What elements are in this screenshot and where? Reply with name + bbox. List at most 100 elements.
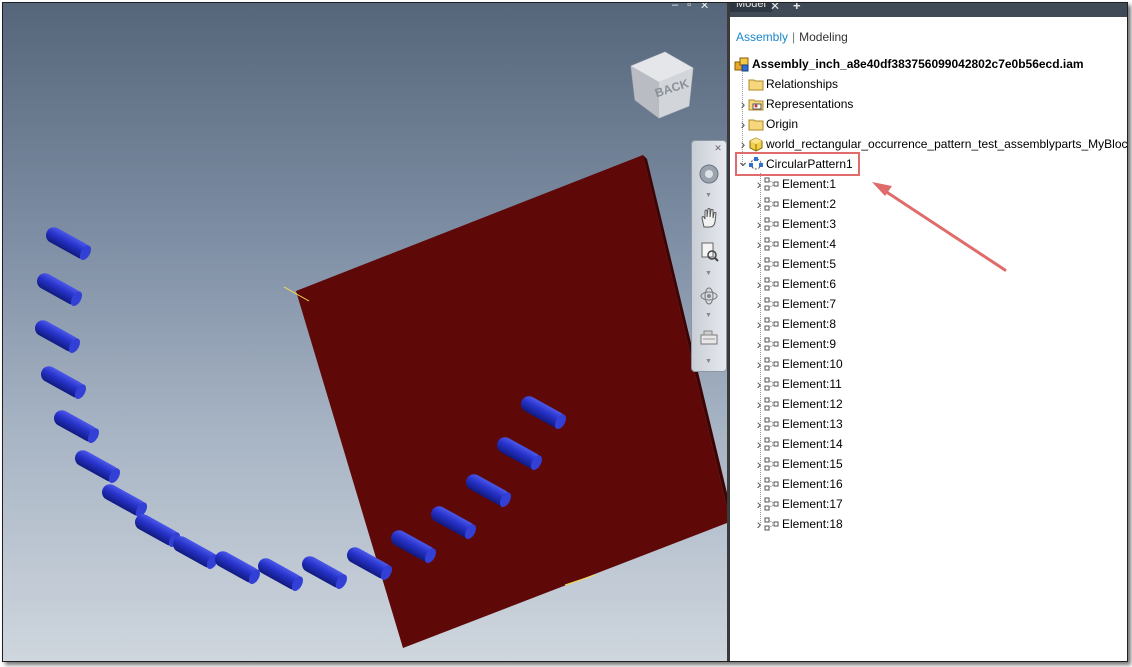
tree-element-label: Element:13 — [782, 417, 843, 431]
element-icon — [764, 496, 780, 512]
chevron-right-icon[interactable]: › — [754, 335, 764, 353]
tree-element-row[interactable]: › Element:18 — [754, 515, 843, 533]
pattern-element-cylinder — [37, 273, 83, 307]
orbit-icon[interactable] — [698, 285, 720, 307]
tree-element-label: Element:8 — [782, 317, 837, 331]
tree-element-row[interactable]: › Element:15 — [754, 455, 843, 473]
chevron-right-icon[interactable]: › — [754, 315, 764, 333]
pattern-element-cylinder — [54, 410, 100, 444]
tree-element-label: Element:18 — [782, 517, 843, 531]
tree-element-row[interactable]: › Element:10 — [754, 355, 843, 373]
chevron-right-icon[interactable]: › — [754, 215, 764, 233]
tree-element-row[interactable]: › Element:14 — [754, 435, 843, 453]
tab-close-icon[interactable]: ✕ — [770, 3, 780, 13]
tree-item-3[interactable]: › Origin — [738, 115, 798, 133]
chevron-right-icon[interactable]: › — [754, 375, 764, 393]
chevron-right-icon[interactable]: › — [738, 135, 748, 153]
chevron-right-icon[interactable]: › — [754, 355, 764, 373]
tree-element-row[interactable]: › Element:7 — [754, 295, 836, 313]
element-icon — [764, 456, 780, 472]
element-icon — [764, 396, 780, 412]
element-icon — [764, 436, 780, 452]
tree-item-1[interactable]: Relationships — [738, 75, 838, 93]
chevron-down-icon[interactable]: ▼ — [705, 270, 713, 277]
tree-item-4[interactable]: › world_rectangular_occurrence_pattern_te… — [738, 135, 1127, 153]
chevron-right-icon[interactable]: › — [754, 275, 764, 293]
tree-root-label: Assembly_inch_a8e40df383756099042802c7e0… — [752, 57, 1084, 71]
chevron-right-icon[interactable]: › — [754, 435, 764, 453]
part-icon — [748, 136, 764, 152]
pattern-element-cylinder — [258, 558, 304, 592]
chevron-right-icon[interactable]: › — [754, 455, 764, 473]
chevron-right-icon[interactable]: › — [754, 475, 764, 493]
tab-modeling[interactable]: Modeling — [799, 30, 848, 44]
element-icon — [764, 356, 780, 372]
chevron-right-icon[interactable]: › — [754, 235, 764, 253]
tree-element-row[interactable]: › Element:5 — [754, 255, 836, 273]
pan-hand-icon[interactable] — [698, 207, 720, 229]
chevron-right-icon[interactable]: › — [754, 175, 764, 193]
tree-element-row[interactable]: › Element:16 — [754, 475, 843, 493]
chevron-right-icon[interactable]: › — [754, 295, 764, 313]
tree-element-row[interactable]: › Element:12 — [754, 395, 843, 413]
chevron-right-icon[interactable]: › — [754, 495, 764, 513]
tree-element-row[interactable]: › Element:4 — [754, 235, 836, 253]
tree-element-row[interactable]: › Element:9 — [754, 335, 836, 353]
element-icon — [764, 256, 780, 272]
add-tab-button[interactable]: + — [793, 3, 801, 13]
folder-icon — [748, 116, 764, 132]
tree-item-2[interactable]: › Representations — [738, 95, 854, 113]
element-icon — [764, 176, 780, 192]
pattern-element-cylinder — [41, 366, 87, 400]
minimize-button[interactable]: – — [672, 3, 678, 11]
tab-model[interactable]: Model — [730, 3, 772, 12]
chevron-right-icon — [738, 75, 748, 93]
close-button[interactable]: ✕ — [700, 3, 709, 12]
chevron-down-icon[interactable]: ▼ — [705, 192, 713, 199]
chevron-right-icon[interactable]: › — [754, 195, 764, 213]
tab-assembly[interactable]: Assembly — [736, 30, 788, 44]
chevron-right-icon[interactable]: › — [754, 515, 764, 533]
tree-element-label: Element:11 — [782, 377, 842, 391]
model-browser: Model ✕ + Assembly | Modeling Assembly_i… — [730, 3, 1127, 661]
tree-element-row[interactable]: › Element:1 — [754, 175, 836, 193]
tree-element-label: Element:6 — [782, 277, 837, 291]
chevron-right-icon[interactable]: › — [754, 255, 764, 273]
viewcube[interactable]: BACK — [629, 48, 695, 120]
tree-item-label: Relationships — [766, 77, 839, 91]
tree-element-label: Element:4 — [782, 237, 837, 251]
tree-element-row[interactable]: › Element:3 — [754, 215, 836, 233]
tree-element-label: Element:14 — [782, 437, 843, 451]
tree-element-row[interactable]: › Element:8 — [754, 315, 836, 333]
tree-element-label: Element:17 — [782, 497, 843, 511]
tree-element-label: Element:10 — [782, 357, 843, 371]
steering-wheel-icon[interactable] — [698, 163, 720, 185]
tree-root-assembly[interactable]: Assembly_inch_a8e40df383756099042802c7e0… — [734, 55, 1084, 73]
chevron-right-icon[interactable]: › — [738, 95, 748, 113]
chevron-down-icon[interactable]: ▼ — [705, 312, 713, 319]
graphics-viewport[interactable]: – ▫ ✕ BACK ✕ ▼ ▼ ▼ ▼ — [3, 3, 727, 661]
tree-element-row[interactable]: › Element:13 — [754, 415, 843, 433]
pattern-element-cylinder — [215, 551, 261, 585]
chevron-right-icon[interactable]: › — [754, 415, 764, 433]
element-icon — [764, 236, 780, 252]
zoom-icon[interactable] — [698, 241, 720, 263]
chevron-right-icon[interactable]: › — [738, 115, 748, 133]
tree-element-row[interactable]: › Element:2 — [754, 195, 836, 213]
app-window: – ▫ ✕ BACK ✕ ▼ ▼ ▼ ▼ Model ✕ + Assembly … — [2, 2, 1128, 662]
pattern-element-cylinder — [302, 556, 348, 590]
pattern-element-cylinder — [102, 484, 148, 518]
tree-element-row[interactable]: › Element:17 — [754, 495, 843, 513]
element-icon — [764, 216, 780, 232]
restore-button[interactable]: ▫ — [687, 3, 691, 11]
navbar-close-icon[interactable]: ✕ — [713, 143, 723, 153]
chevron-down-icon[interactable]: ▼ — [705, 358, 713, 365]
element-icon — [764, 296, 780, 312]
tree-element-label: Element:15 — [782, 457, 843, 471]
tree-element-row[interactable]: › Element:11 — [754, 375, 842, 393]
element-icon — [764, 316, 780, 332]
look-at-icon[interactable] — [698, 327, 720, 349]
chevron-right-icon[interactable]: › — [754, 395, 764, 413]
tree-element-label: Element:3 — [782, 217, 837, 231]
tree-element-row[interactable]: › Element:6 — [754, 275, 836, 293]
